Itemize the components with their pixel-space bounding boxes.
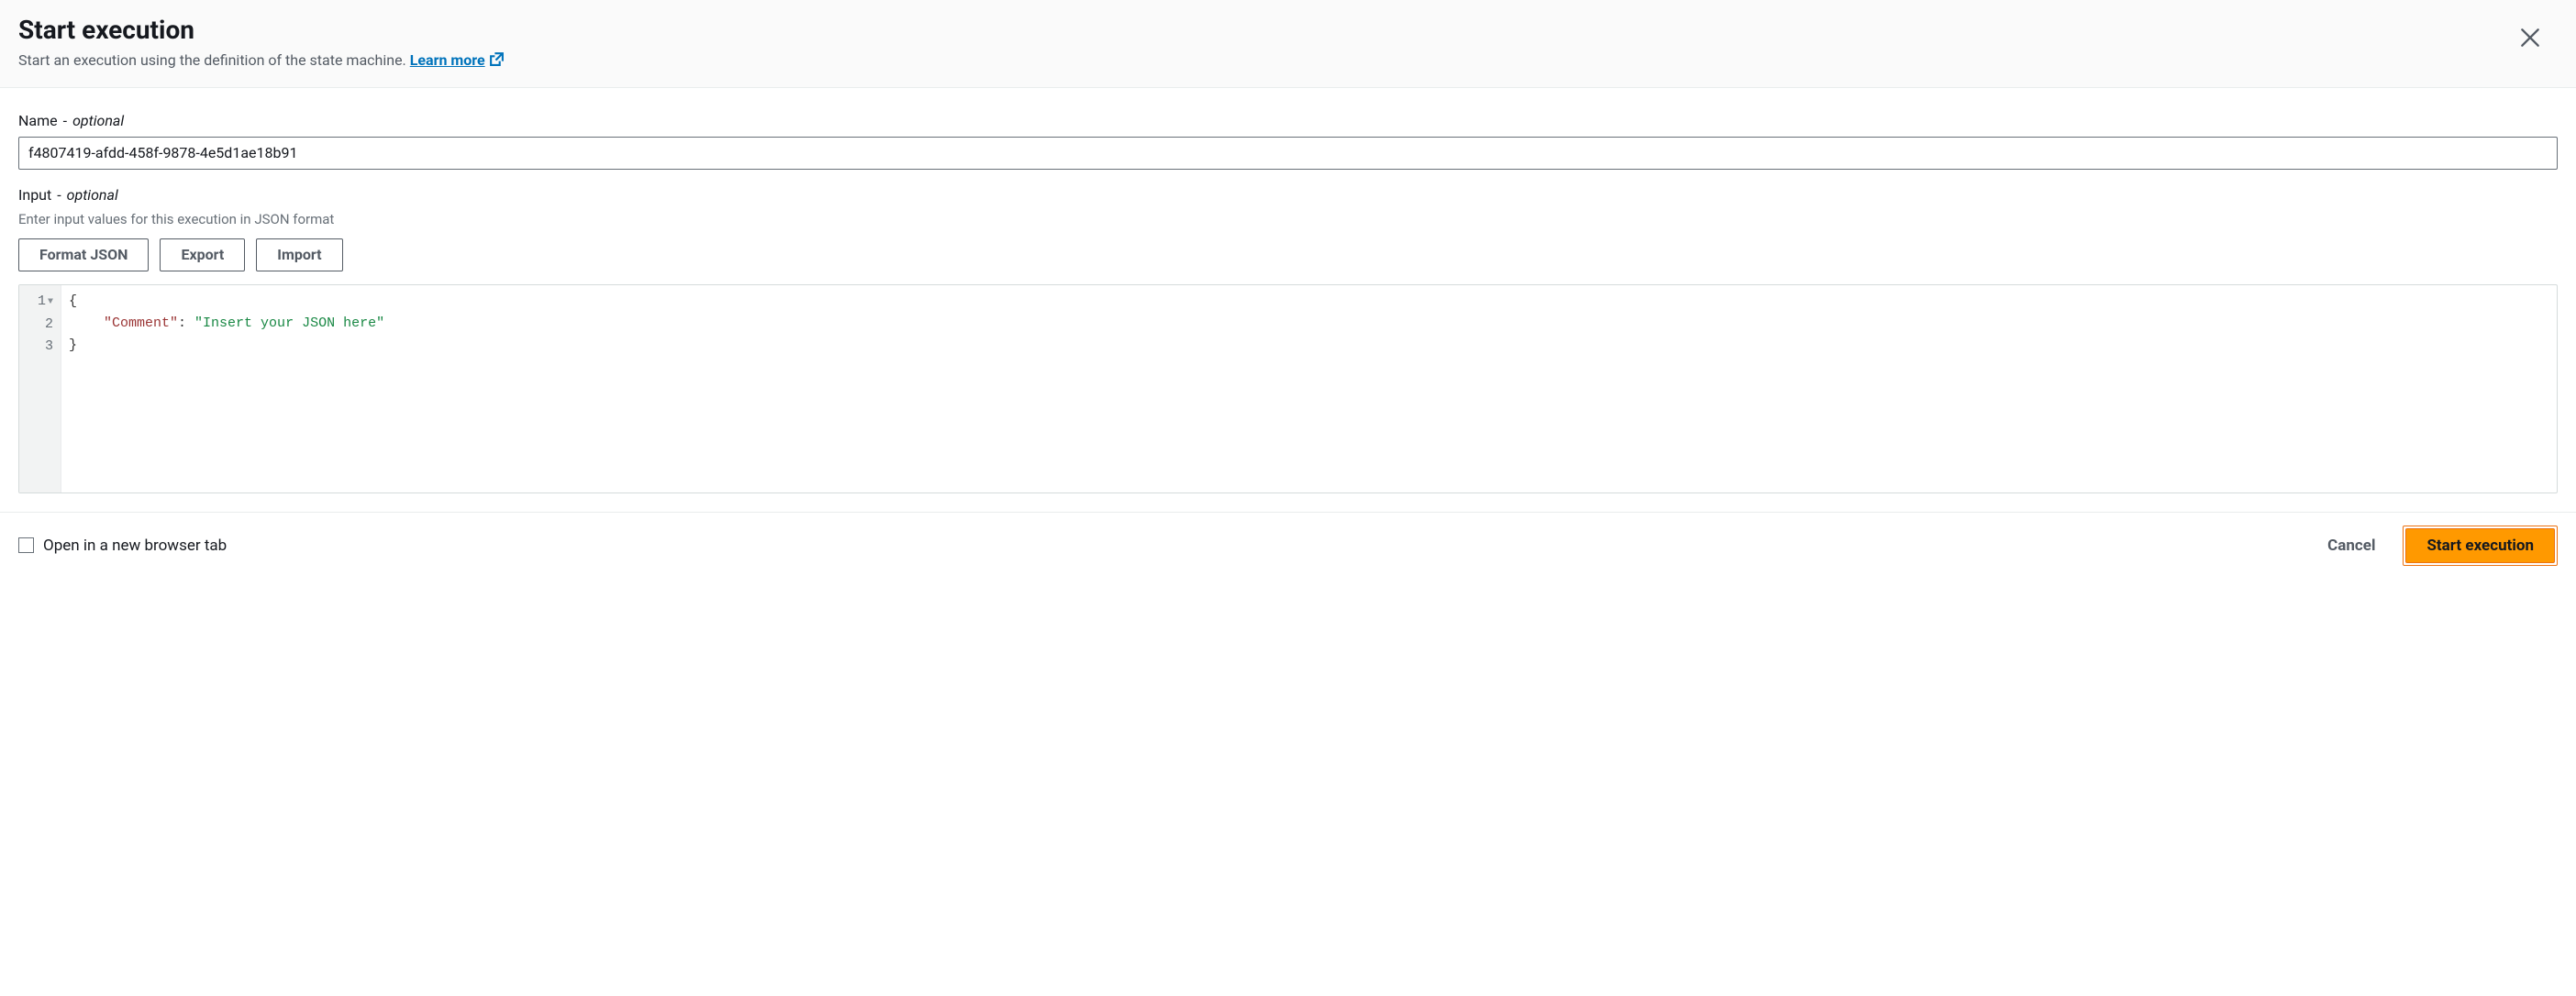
- code-string: "Insert your JSON here": [194, 315, 384, 331]
- close-icon: [2518, 26, 2542, 52]
- input-label-row: Input - optional: [18, 186, 2558, 204]
- name-input[interactable]: [18, 137, 2558, 170]
- code-brace: {: [69, 293, 77, 309]
- editor-code[interactable]: { "Comment": "Insert your JSON here"}: [61, 285, 2557, 492]
- primary-button-wrapper: Start execution: [2403, 526, 2558, 566]
- close-button[interactable]: [2512, 20, 2548, 57]
- learn-more-label: Learn more: [410, 51, 485, 69]
- start-execution-button[interactable]: Start execution: [2405, 528, 2555, 563]
- code-colon: :: [178, 315, 186, 331]
- name-dash: -: [63, 112, 67, 129]
- input-button-row: Format JSON Export Import: [18, 238, 2558, 271]
- input-optional: optional: [67, 186, 118, 204]
- cancel-button[interactable]: Cancel: [2318, 531, 2384, 560]
- export-button[interactable]: Export: [160, 238, 245, 271]
- line-number: 3: [45, 338, 53, 354]
- format-json-button[interactable]: Format JSON: [18, 238, 149, 271]
- dialog-subtitle: Start an execution using the definition …: [18, 51, 2558, 71]
- input-label: Input: [18, 186, 51, 204]
- footer-actions: Cancel Start execution: [2318, 526, 2558, 566]
- code-key: "Comment": [104, 315, 178, 331]
- gutter-line: 3: [19, 336, 53, 358]
- dialog-body: Name - optional Input - optional Enter i…: [0, 88, 2576, 512]
- json-editor[interactable]: 1▼ 2 3 { "Comment": "Insert your JSON her…: [18, 284, 2558, 493]
- dialog-header: Start execution Start an execution using…: [0, 0, 2576, 88]
- dialog-title: Start execution: [18, 15, 2558, 46]
- dialog-footer: Open in a new browser tab Cancel Start e…: [0, 512, 2576, 579]
- line-number: 2: [45, 316, 53, 332]
- input-dash: -: [57, 186, 61, 204]
- line-number: 1: [38, 293, 46, 309]
- external-link-icon: [489, 51, 505, 71]
- editor-gutter: 1▼ 2 3: [19, 285, 61, 492]
- learn-more-link[interactable]: Learn more: [410, 51, 505, 69]
- name-section: Name - optional: [18, 112, 2558, 170]
- name-optional: optional: [72, 112, 124, 129]
- gutter-line: 1▼: [19, 291, 53, 314]
- input-section: Input - optional Enter input values for …: [18, 186, 2558, 493]
- name-label: Name: [18, 112, 58, 129]
- name-label-row: Name - optional: [18, 112, 2558, 129]
- input-helper: Enter input values for this execution in…: [18, 211, 2558, 227]
- fold-icon[interactable]: ▼: [48, 292, 53, 314]
- open-new-tab-label[interactable]: Open in a new browser tab: [18, 537, 227, 555]
- code-brace: }: [69, 338, 77, 353]
- open-new-tab-checkbox[interactable]: [18, 537, 34, 553]
- open-new-tab-text: Open in a new browser tab: [43, 537, 227, 555]
- dialog-subtitle-text: Start an execution using the definition …: [18, 51, 406, 69]
- gutter-line: 2: [19, 314, 53, 336]
- import-button[interactable]: Import: [256, 238, 342, 271]
